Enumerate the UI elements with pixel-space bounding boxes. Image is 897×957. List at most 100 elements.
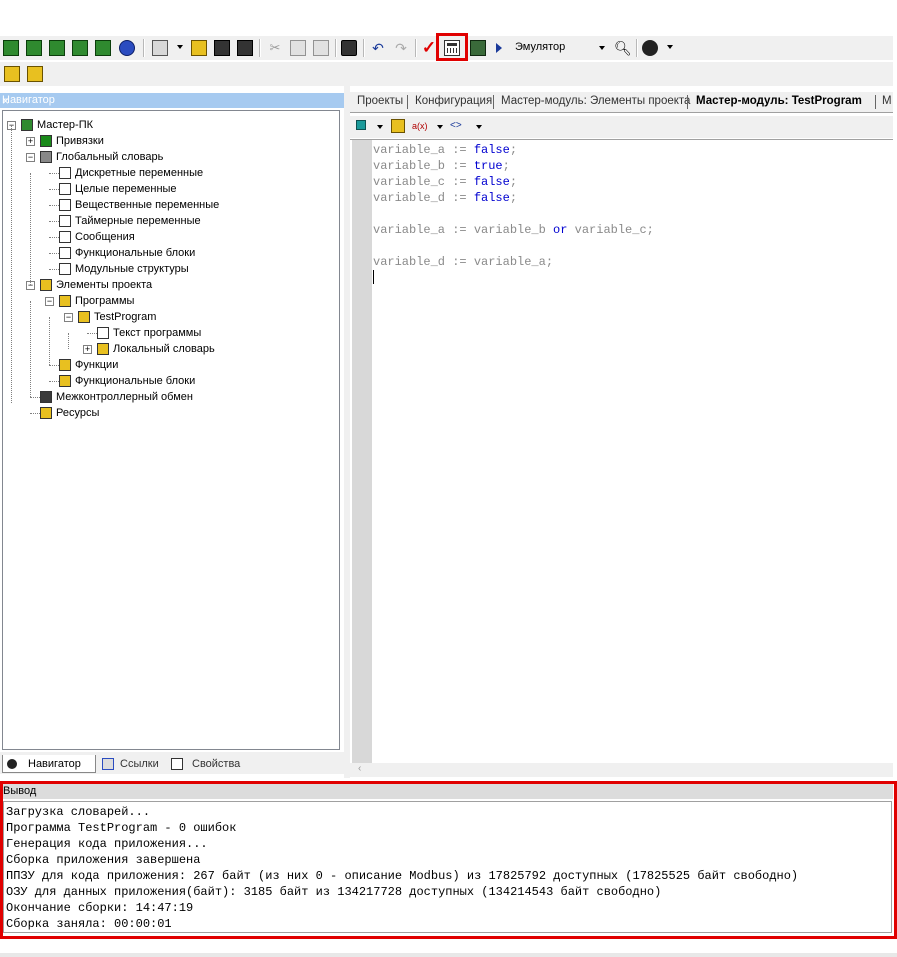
editor-toolbar: a(x) <> bbox=[350, 116, 893, 138]
function-blocks-folder-icon bbox=[59, 375, 71, 387]
undo-icon[interactable]: ↶ bbox=[370, 40, 386, 56]
chevron-down-icon[interactable] bbox=[437, 125, 443, 129]
toolbar-separator bbox=[363, 39, 365, 57]
tree-item-label: Мастер-ПК bbox=[37, 119, 94, 131]
target-combo-value: Эмулятор bbox=[515, 41, 566, 53]
code-token: variable_d := bbox=[373, 191, 474, 205]
tree-item-label: TestProgram bbox=[94, 311, 157, 323]
code-token: variable_c; bbox=[567, 223, 654, 237]
tab-navigator[interactable]: Навигатор bbox=[2, 755, 96, 773]
function-icon[interactable]: a(x) bbox=[412, 119, 432, 133]
code-keyword: false bbox=[473, 175, 510, 189]
new-document-icon[interactable] bbox=[152, 40, 168, 56]
integer-var-icon bbox=[59, 183, 71, 195]
tree-item-label: Функциональные блоки bbox=[75, 247, 196, 259]
functions-icon bbox=[59, 359, 71, 371]
plc-module-icon[interactable] bbox=[27, 66, 43, 82]
plc-config-icon[interactable] bbox=[49, 40, 65, 56]
toolbar-separator bbox=[259, 39, 261, 57]
tree-item-label: Привязки bbox=[56, 135, 104, 147]
scroll-left-icon[interactable]: ‹ bbox=[358, 763, 361, 774]
chevron-down-icon[interactable] bbox=[377, 125, 383, 129]
plc-open-icon[interactable] bbox=[26, 40, 42, 56]
tree-item-label: Дискретные переменные bbox=[75, 167, 204, 179]
doc-tab-projects[interactable]: Проекты bbox=[357, 95, 403, 107]
tab-label: Ссылки bbox=[120, 758, 159, 770]
tree-item-label: Целые переменные bbox=[75, 183, 177, 195]
tree-item-label: Текст программы bbox=[113, 327, 202, 339]
tab-label: Навигатор bbox=[28, 758, 81, 770]
text-cursor bbox=[373, 270, 374, 284]
module-struct-icon bbox=[59, 263, 71, 275]
program-icon bbox=[78, 311, 90, 323]
tab-properties[interactable]: Свойства bbox=[168, 755, 246, 773]
operator-icon[interactable]: <> bbox=[450, 119, 470, 133]
print-icon[interactable] bbox=[341, 40, 357, 56]
target-combo[interactable]: Эмулятор bbox=[512, 39, 608, 57]
collapse-icon[interactable]: − bbox=[26, 153, 35, 162]
settings-gear-icon[interactable] bbox=[642, 40, 658, 56]
doc-tab-configuration[interactable]: Конфигурация bbox=[415, 95, 492, 107]
chevron-down-icon[interactable] bbox=[476, 125, 482, 129]
cut-icon[interactable]: ✂ bbox=[267, 40, 283, 56]
copy-icon[interactable] bbox=[290, 40, 306, 56]
horizontal-scrollbar[interactable]: ‹ bbox=[350, 763, 893, 777]
doc-tab-testprogram[interactable]: Мастер-модуль: TestProgram bbox=[696, 95, 862, 107]
code-line: variable_d := false; bbox=[373, 190, 654, 206]
globe-icon[interactable] bbox=[119, 40, 135, 56]
open-folder-icon[interactable] bbox=[191, 40, 207, 56]
dictionary-icon bbox=[40, 151, 52, 163]
collapse-icon[interactable]: − bbox=[45, 297, 54, 306]
expand-icon[interactable]: + bbox=[26, 137, 35, 146]
paste-icon[interactable] bbox=[313, 40, 329, 56]
save-icon[interactable] bbox=[214, 40, 230, 56]
code-token: variable_d := variable_a; bbox=[373, 255, 554, 269]
chevron-down-icon[interactable] bbox=[177, 45, 183, 49]
plc-check-icon[interactable] bbox=[95, 40, 111, 56]
resources-icon bbox=[40, 407, 52, 419]
links-icon bbox=[102, 758, 114, 770]
tree-item-label: Сообщения bbox=[75, 231, 135, 243]
run-icon[interactable] bbox=[496, 43, 502, 53]
collapse-icon[interactable]: − bbox=[64, 313, 73, 322]
code-editor[interactable]: variable_a := false; variable_b := true; v… bbox=[350, 139, 893, 764]
download-icon[interactable] bbox=[470, 40, 486, 56]
plc-new-icon[interactable] bbox=[3, 40, 19, 56]
toolbar-separator bbox=[143, 39, 145, 57]
code-token: ; bbox=[509, 143, 518, 157]
status-bar bbox=[0, 953, 897, 957]
editor-gutter bbox=[352, 140, 372, 764]
search-icon[interactable]: 🔍︎ bbox=[614, 40, 632, 56]
navigator-tabs: Навигатор Ссылки Свойства bbox=[0, 752, 344, 774]
code-text[interactable]: variable_a := false; variable_b := true; v… bbox=[373, 142, 654, 270]
plc-module-icon[interactable] bbox=[72, 40, 88, 56]
toolbar-separator bbox=[415, 39, 417, 57]
redo-icon[interactable]: ↷ bbox=[393, 40, 409, 56]
plc-icon[interactable] bbox=[4, 66, 20, 82]
code-token: ; bbox=[509, 175, 518, 189]
check-syntax-icon[interactable]: ✓ bbox=[421, 39, 437, 56]
tab-links[interactable]: Ссылки bbox=[100, 755, 166, 773]
plc-icon bbox=[21, 119, 33, 131]
code-token: ; bbox=[509, 191, 518, 205]
code-token: variable_a := variable_b bbox=[373, 223, 554, 237]
expand-icon[interactable]: + bbox=[83, 345, 92, 354]
close-icon[interactable]: × bbox=[2, 94, 341, 108]
variable-icon[interactable] bbox=[391, 119, 405, 133]
toolbar-separator bbox=[335, 39, 337, 57]
save-all-icon[interactable] bbox=[237, 40, 253, 56]
build-button-highlight bbox=[436, 33, 468, 61]
code-token: variable_c := bbox=[373, 175, 474, 189]
toolbar-separator bbox=[636, 39, 638, 57]
insert-icon[interactable] bbox=[356, 120, 366, 130]
tree-item-label: Программы bbox=[75, 295, 135, 307]
chevron-down-icon[interactable] bbox=[599, 46, 605, 50]
document-tabs: Проекты Конфигурация Мастер-модуль: Элем… bbox=[350, 92, 893, 113]
code-keyword: false bbox=[473, 143, 510, 157]
doc-tab-more[interactable]: М bbox=[882, 95, 892, 107]
doc-tab-project-elements[interactable]: Мастер-модуль: Элементы проекта bbox=[501, 95, 690, 107]
chevron-down-icon[interactable] bbox=[667, 45, 673, 49]
navigator-titlebar: Навигатор × bbox=[0, 93, 344, 108]
code-keyword: false bbox=[473, 191, 510, 205]
